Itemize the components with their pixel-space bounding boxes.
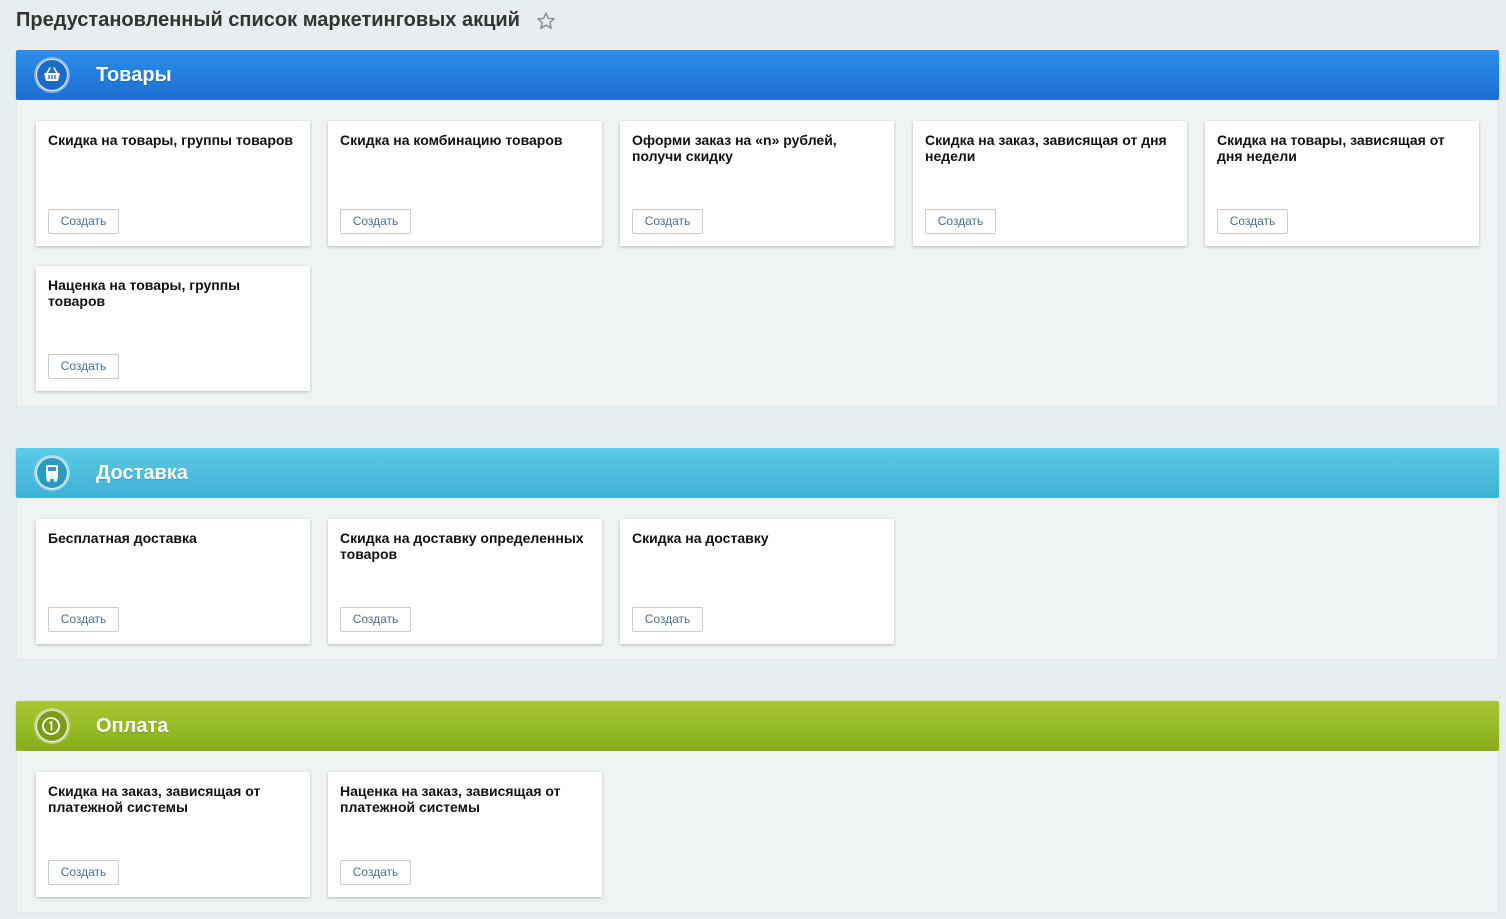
section-title: Товары bbox=[96, 64, 172, 86]
card-title: Наценка на товары, группы товаров bbox=[48, 277, 241, 309]
create-button[interactable]: Создать bbox=[48, 860, 119, 885]
promo-card: Скидка на заказ, зависящая от платежной … bbox=[36, 772, 310, 897]
card-title: Скидка на заказ, зависящая от платежной … bbox=[48, 783, 261, 815]
basket-icon bbox=[36, 59, 68, 91]
section-title: Доставка bbox=[96, 462, 188, 484]
card-title: Оформи заказ на «n» рублей, получи скидк… bbox=[632, 132, 837, 164]
create-button[interactable]: Создать bbox=[632, 607, 703, 632]
card-title: Скидка на товары, группы товаров bbox=[48, 132, 294, 148]
create-button[interactable]: Создать bbox=[632, 209, 703, 234]
section-header-payment[interactable]: Оплата bbox=[16, 701, 1499, 751]
section-delivery: Доставка Бесплатная доставка Создать Ски… bbox=[16, 448, 1499, 660]
promo-card: Скидка на товары, зависящая от дня недел… bbox=[1205, 121, 1479, 246]
section-header-goods[interactable]: Товары bbox=[16, 50, 1499, 100]
create-button[interactable]: Создать bbox=[340, 860, 411, 885]
card-title: Скидка на заказ, зависящая от дня недели bbox=[925, 132, 1167, 164]
promo-card: Скидка на заказ, зависящая от дня недели… bbox=[913, 121, 1187, 246]
promo-card: Скидка на доставку Создать bbox=[620, 519, 894, 644]
promo-card: Бесплатная доставка Создать bbox=[36, 519, 310, 644]
section-payment: Оплата Скидка на заказ, зависящая от пла… bbox=[16, 701, 1499, 913]
promo-card: Наценка на товары, группы товаров Создат… bbox=[36, 266, 310, 391]
card-title: Скидка на доставку определенных товаров bbox=[340, 530, 584, 562]
create-button[interactable]: Создать bbox=[340, 607, 411, 632]
section-body-goods: Скидка на товары, группы товаров Создать… bbox=[16, 100, 1499, 407]
promo-card: Скидка на товары, группы товаров Создать bbox=[36, 121, 310, 246]
page-title-text: Предустановленный список маркетинговых а… bbox=[16, 9, 520, 31]
promo-card: Наценка на заказ, зависящая от платежной… bbox=[328, 772, 602, 897]
truck-icon bbox=[36, 457, 68, 489]
promo-card: Оформи заказ на «n» рублей, получи скидк… bbox=[620, 121, 894, 246]
create-button[interactable]: Создать bbox=[48, 607, 119, 632]
promo-card: Скидка на доставку определенных товаров … bbox=[328, 519, 602, 644]
create-button[interactable]: Создать bbox=[48, 354, 119, 379]
card-title: Наценка на заказ, зависящая от платежной… bbox=[340, 783, 561, 815]
card-title: Скидка на комбинацию товаров bbox=[340, 132, 563, 148]
section-title: Оплата bbox=[96, 715, 169, 737]
section-body-payment: Скидка на заказ, зависящая от платежной … bbox=[16, 751, 1499, 913]
page-title: Предустановленный список маркетинговых а… bbox=[16, 9, 556, 32]
section-body-delivery: Бесплатная доставка Создать Скидка на до… bbox=[16, 498, 1499, 660]
coin-icon bbox=[36, 710, 68, 742]
create-button[interactable]: Создать bbox=[48, 209, 119, 234]
section-header-delivery[interactable]: Доставка bbox=[16, 448, 1499, 498]
card-title: Бесплатная доставка bbox=[48, 530, 197, 546]
create-button[interactable]: Создать bbox=[925, 209, 996, 234]
create-button[interactable]: Создать bbox=[1217, 209, 1288, 234]
promo-card: Скидка на комбинацию товаров Создать bbox=[328, 121, 602, 246]
create-button[interactable]: Создать bbox=[340, 209, 411, 234]
card-title: Скидка на товары, зависящая от дня недел… bbox=[1217, 132, 1445, 164]
star-outline-icon[interactable] bbox=[536, 11, 556, 31]
card-title: Скидка на доставку bbox=[632, 530, 769, 546]
section-goods: Товары Скидка на товары, группы товаров … bbox=[16, 50, 1499, 407]
